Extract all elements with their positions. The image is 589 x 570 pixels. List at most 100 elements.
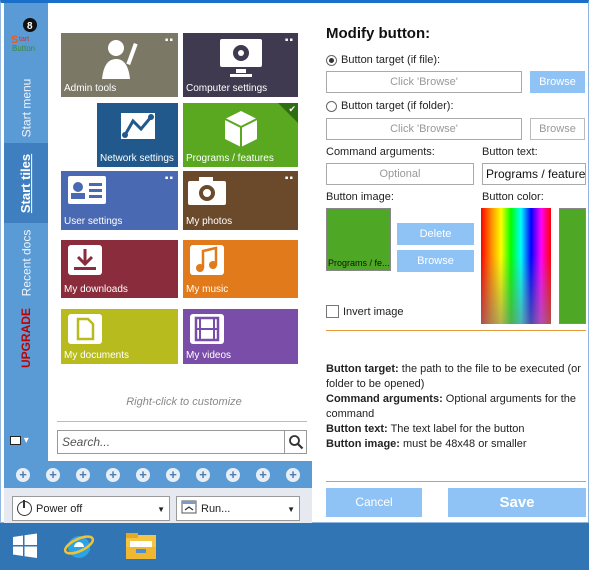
tile-my-downloads[interactable]: My downloads bbox=[61, 240, 178, 298]
tile-admin-tools[interactable]: ▪▪ Admin tools bbox=[61, 33, 178, 97]
save-button[interactable]: Save bbox=[448, 488, 586, 517]
target-file-field[interactable]: Click 'Browse' bbox=[326, 71, 522, 93]
chevron-down-icon: ▼ bbox=[287, 505, 295, 514]
tab-upgrade[interactable]: UPGRADE bbox=[4, 303, 48, 373]
run-dropdown[interactable]: Run... ▼ bbox=[176, 496, 300, 521]
tab-start-menu[interactable]: Start menu bbox=[4, 73, 48, 143]
cmd-args-field[interactable]: Optional bbox=[326, 163, 474, 185]
chevron-down-icon: ▾ bbox=[23, 435, 29, 446]
tile-my-documents[interactable]: My documents bbox=[61, 309, 178, 364]
tile-label: Admin tools bbox=[64, 83, 117, 94]
chevron-down-icon: ▼ bbox=[157, 505, 165, 514]
button-image-label: Button image: bbox=[326, 191, 394, 203]
download-icon bbox=[61, 244, 178, 276]
help-text: Button target: the path to the file to b… bbox=[326, 362, 588, 452]
start-menu-window: 8 S tart Button Start menu Start tiles R… bbox=[0, 0, 589, 526]
target-file-radio[interactable] bbox=[326, 55, 337, 66]
svg-text:Button: Button bbox=[12, 44, 35, 53]
button-text-field[interactable]: Programs / features bbox=[482, 163, 586, 185]
id-card-icon bbox=[61, 175, 178, 205]
selected-color-swatch bbox=[559, 208, 586, 324]
computer-settings-icon bbox=[183, 37, 298, 79]
add-slot-icon[interactable]: + bbox=[256, 467, 270, 482]
view-mode-button[interactable]: ▾ bbox=[10, 435, 42, 449]
internet-explorer-icon[interactable] bbox=[62, 529, 96, 563]
search-button[interactable] bbox=[284, 431, 306, 453]
taskbar bbox=[0, 523, 589, 570]
invert-image-checkbox[interactable] bbox=[326, 305, 339, 318]
help-line: Command arguments: Optional arguments fo… bbox=[326, 393, 577, 420]
tile-label: My music bbox=[186, 284, 229, 295]
tile-my-photos[interactable]: ▪▪ My photos bbox=[183, 171, 298, 230]
target-folder-field[interactable]: Click 'Browse' bbox=[326, 118, 522, 140]
invert-image-label: Invert image bbox=[343, 306, 404, 318]
add-slot-icon[interactable]: + bbox=[46, 467, 60, 482]
music-icon bbox=[183, 244, 298, 276]
power-label: Power off bbox=[36, 502, 83, 515]
tile-label: Programs / features bbox=[186, 153, 274, 164]
tile-computer-settings[interactable]: ▪▪ Computer settings bbox=[183, 33, 298, 97]
file-explorer-icon[interactable] bbox=[124, 529, 158, 563]
tab-recent-docs[interactable]: Recent docs bbox=[4, 223, 48, 303]
search-input[interactable]: Search... bbox=[62, 435, 110, 449]
help-line: Button image: must be 48x48 or smaller bbox=[326, 438, 527, 450]
power-icon bbox=[17, 500, 32, 516]
customize-hint: Right-click to customize bbox=[126, 396, 242, 408]
add-slot-icon[interactable]: + bbox=[226, 467, 240, 482]
divider bbox=[326, 330, 586, 331]
add-slot-icon[interactable]: + bbox=[106, 467, 120, 482]
tile-my-videos[interactable]: My videos bbox=[183, 309, 298, 364]
tile-programs-features[interactable]: ✔ Programs / features bbox=[183, 103, 298, 167]
target-folder-label: Button target (if folder): bbox=[341, 100, 454, 112]
tile-label: My documents bbox=[64, 350, 130, 361]
color-spectrum-picker[interactable] bbox=[481, 208, 551, 324]
delete-image-button[interactable]: Delete bbox=[397, 223, 474, 245]
help-line: Button target: the path to the file to b… bbox=[326, 363, 581, 390]
tile-user-settings[interactable]: ▪▪ User settings bbox=[61, 171, 178, 230]
modify-button-panel: Modify button: Button target (if file): … bbox=[323, 3, 587, 526]
search-box[interactable]: Search... bbox=[57, 430, 307, 454]
tile-my-music[interactable]: My music bbox=[183, 240, 298, 298]
browse-file-button[interactable]: Browse bbox=[530, 71, 585, 93]
target-folder-radio[interactable] bbox=[326, 101, 337, 112]
svg-text:tart: tart bbox=[19, 36, 29, 43]
document-icon bbox=[61, 313, 178, 345]
film-icon bbox=[183, 313, 298, 345]
browse-folder-button[interactable]: Browse bbox=[530, 118, 585, 140]
camera-icon bbox=[183, 175, 298, 207]
svg-text:8: 8 bbox=[27, 21, 33, 32]
add-slot-icon[interactable]: + bbox=[196, 467, 210, 482]
browse-image-button[interactable]: Browse bbox=[397, 250, 474, 272]
add-slot-icon[interactable]: + bbox=[166, 467, 180, 482]
tile-label: Network settings bbox=[100, 153, 174, 164]
start8-logo: 8 S tart Button bbox=[10, 17, 42, 53]
admin-tools-icon bbox=[61, 37, 178, 81]
button-color-label: Button color: bbox=[482, 191, 544, 203]
pinned-slots-bar: + + + + + + + + + + bbox=[4, 461, 312, 488]
tab-start-tiles[interactable]: Start tiles bbox=[4, 143, 48, 223]
bottom-bar: Power off ▼ Run... ▼ bbox=[4, 488, 312, 526]
search-icon bbox=[288, 435, 303, 450]
add-slot-icon[interactable]: + bbox=[76, 467, 90, 482]
add-slot-icon[interactable]: + bbox=[136, 467, 150, 482]
sidebar: 8 S tart Button Start menu Start tiles R… bbox=[4, 3, 48, 461]
network-icon bbox=[97, 107, 178, 147]
box-icon bbox=[183, 107, 298, 151]
power-dropdown[interactable]: Power off ▼ bbox=[12, 496, 170, 521]
help-line: Button text: The text label for the butt… bbox=[326, 423, 525, 435]
windows-start-icon[interactable] bbox=[8, 529, 42, 563]
tile-network-settings[interactable]: Network settings bbox=[97, 103, 178, 167]
add-slot-icon[interactable]: + bbox=[16, 467, 30, 482]
run-label: Run... bbox=[201, 502, 231, 515]
cancel-button[interactable]: Cancel bbox=[326, 488, 422, 517]
tile-label: User settings bbox=[64, 216, 123, 227]
panel-title: Modify button: bbox=[326, 25, 431, 42]
target-file-label: Button target (if file): bbox=[341, 54, 441, 66]
window-icon bbox=[10, 435, 21, 445]
cmd-args-label: Command arguments: bbox=[326, 146, 435, 158]
divider bbox=[326, 481, 586, 482]
tile-label: My photos bbox=[186, 216, 233, 227]
run-icon bbox=[181, 500, 197, 517]
add-slot-icon[interactable]: + bbox=[286, 467, 300, 482]
divider bbox=[57, 421, 307, 422]
